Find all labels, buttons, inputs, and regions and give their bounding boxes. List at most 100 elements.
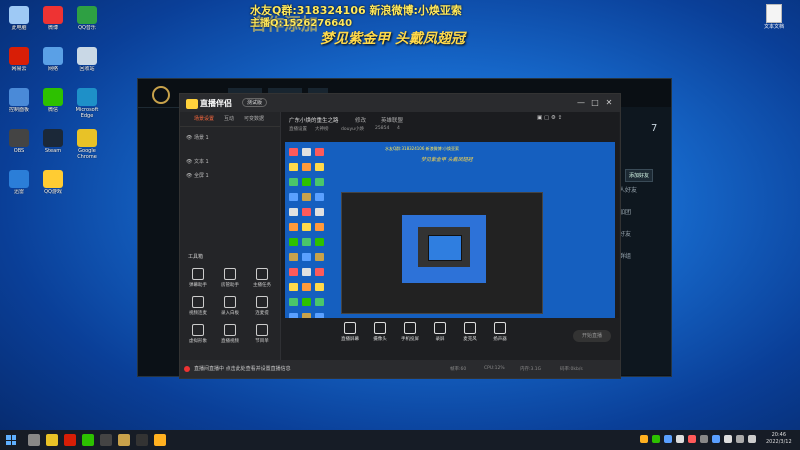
preview-icon xyxy=(315,193,324,201)
clock[interactable]: 20:46 2022/3/12 xyxy=(766,432,792,446)
desktop-file[interactable]: 文本文档 xyxy=(758,4,790,30)
preview-icon xyxy=(289,238,298,246)
scene-item[interactable]: 👁 场景 1 xyxy=(186,134,209,141)
obs-taskbar-icon[interactable] xyxy=(100,434,112,446)
desktop-icon-label: 回收站 xyxy=(79,66,95,72)
status-message[interactable]: 直播间直播中 点击此处查看并设置直播信息 xyxy=(194,365,291,372)
overlay-streamer-qq: 主播Q:1526276640 xyxy=(250,18,353,29)
chrome-taskbar-icon[interactable] xyxy=(46,434,58,446)
lol-taskbar-icon[interactable] xyxy=(118,434,130,446)
scene-item[interactable]: 👁 全屏 1 xyxy=(186,172,209,179)
desktop-icon[interactable]: 迅雷 xyxy=(4,170,34,201)
tray-icon[interactable] xyxy=(736,435,744,443)
recursive-preview-inner xyxy=(428,235,462,261)
streaming-app-window[interactable]: 直播伴侣 测试版 — □ ✕ 场景设置 互动 可变数据 👁 场景 1 👁 文本 … xyxy=(179,93,621,379)
tray-icon[interactable] xyxy=(700,435,708,443)
category-label[interactable]: 英雄联盟 xyxy=(381,116,403,124)
tool-button[interactable]: 弹幕助手 xyxy=(184,268,212,288)
room-tools-icon[interactable]: ▣ ▢ ⚙ ⇪ xyxy=(537,115,562,121)
tool-button[interactable]: 录入白板 xyxy=(216,296,244,316)
preview-icon xyxy=(289,298,298,306)
tool-button[interactable]: 直播视频 xyxy=(216,324,244,344)
tray-icon[interactable] xyxy=(664,435,672,443)
desktop-icon[interactable]: 回收站 xyxy=(72,47,102,78)
tool-button[interactable]: 虚拟形象 xyxy=(184,324,212,344)
bottom-tool-button[interactable]: 摄像头 xyxy=(367,322,393,342)
bottom-tool-button[interactable]: 手机投屏 xyxy=(397,322,423,342)
tool-icon xyxy=(256,296,268,308)
desktop-icon[interactable]: Steam xyxy=(38,129,68,160)
tray-icon[interactable] xyxy=(640,435,648,443)
tab-variable[interactable]: 可变数据 xyxy=(244,115,264,122)
desktop-icon-label: Steam xyxy=(44,148,62,154)
desktop-icon[interactable]: Google Chrome xyxy=(72,129,102,160)
tool-label: 直播视频 xyxy=(221,339,239,344)
preview-icon xyxy=(315,178,324,186)
desktop-icon[interactable]: 网络 xyxy=(38,47,68,78)
preview-icon xyxy=(302,268,311,276)
sub-info: 直播设置 xyxy=(289,127,307,132)
music-taskbar-icon[interactable] xyxy=(64,434,76,446)
tray-icon[interactable] xyxy=(748,435,756,443)
wechat-taskbar-icon[interactable] xyxy=(82,434,94,446)
sub-info: 4 xyxy=(397,126,400,131)
add-friend-tooltip: 添加好友 xyxy=(625,169,654,182)
tab-scene[interactable]: 场景设置 xyxy=(194,115,214,122)
edit-button[interactable]: 修改 xyxy=(355,116,366,124)
search-icon[interactable] xyxy=(28,434,40,446)
preview-icon xyxy=(315,238,324,246)
desktop-icon[interactable]: 微博 xyxy=(38,6,68,37)
start-live-button[interactable]: 开始直播 xyxy=(573,330,611,342)
desktop-icon[interactable]: OBS xyxy=(4,129,34,160)
tool-button[interactable]: 房管助手 xyxy=(216,268,244,288)
streaming-taskbar-icon[interactable] xyxy=(154,434,166,446)
preview-icon xyxy=(302,163,311,171)
maximize-icon[interactable]: □ xyxy=(590,98,600,107)
app-icon xyxy=(9,6,29,24)
tray-icon[interactable] xyxy=(724,435,732,443)
bottom-tool-button[interactable]: 扬声器 xyxy=(487,322,513,342)
app-title-bar: 直播伴侣 测试版 — □ ✕ xyxy=(180,94,620,112)
tray-icon[interactable] xyxy=(676,435,684,443)
minimize-icon[interactable]: — xyxy=(576,98,586,107)
app-icon xyxy=(77,88,97,106)
preview-icon xyxy=(315,163,324,171)
tray-icon[interactable] xyxy=(652,435,660,443)
app-logo-icon xyxy=(186,98,198,109)
bottom-tool-label: 麦克风 xyxy=(463,337,477,342)
lol-logo-icon[interactable] xyxy=(152,86,170,104)
desktop-icon[interactable]: QQ游戏 xyxy=(38,170,68,201)
bottom-tool-button[interactable]: 直播屏幕 xyxy=(337,322,363,342)
desktop-icon[interactable]: 控制面板 xyxy=(4,88,34,119)
scene-item[interactable]: 👁 文本 1 xyxy=(186,158,209,165)
tray-icon[interactable] xyxy=(712,435,720,443)
room-sub-info: 直播设置 大神榜 douyu小焕 25854 4 xyxy=(281,126,619,136)
close-icon[interactable]: ✕ xyxy=(604,98,614,107)
bottom-tool-button[interactable]: 录屏 xyxy=(427,322,453,342)
friend-count: 7 xyxy=(651,123,658,134)
tool-button[interactable]: 连麦提 xyxy=(248,296,276,316)
desktop-icon[interactable]: QQ音乐 xyxy=(72,6,102,37)
desktop-icon[interactable]: 此电脑 xyxy=(4,6,34,37)
clock-date: 2022/3/12 xyxy=(766,439,792,445)
desktop-icon[interactable]: 微信 xyxy=(38,88,68,119)
app-taskbar-icon[interactable] xyxy=(136,434,148,446)
tool-button[interactable]: 视频连麦 xyxy=(184,296,212,316)
app-icon xyxy=(77,129,97,147)
preview-icon xyxy=(302,193,311,201)
tool-button[interactable]: 主播任务 xyxy=(248,268,276,288)
preview-icon xyxy=(315,253,324,261)
preview-icon xyxy=(315,298,324,306)
windows-start-icon[interactable] xyxy=(6,435,16,445)
tool-icon xyxy=(224,324,236,336)
tool-button[interactable]: 节目单 xyxy=(248,324,276,344)
tab-interaction[interactable]: 互动 xyxy=(224,115,234,122)
app-name: 直播伴侣 xyxy=(200,99,232,108)
desktop-icon[interactable]: 网易云 xyxy=(4,47,34,78)
bottom-tool-button[interactable]: 麦克风 xyxy=(457,322,483,342)
tray-icon[interactable] xyxy=(688,435,696,443)
desktop-icon[interactable]: Microsoft Edge xyxy=(72,88,102,119)
tool-icon xyxy=(256,268,268,280)
app-icon xyxy=(9,129,29,147)
app-icon xyxy=(77,47,97,65)
